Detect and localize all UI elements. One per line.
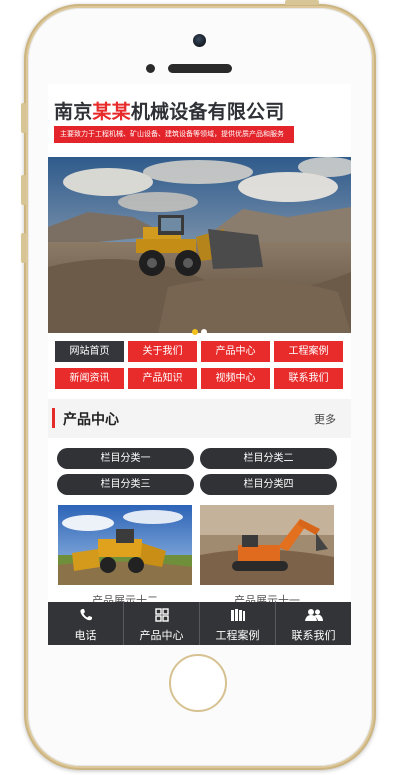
carousel-dots	[192, 320, 210, 339]
site-tagline: 主要致力于工程机械、矿山设备、建筑设备等领域，提供优质产品和服务	[54, 126, 294, 143]
nav-home[interactable]: 网站首页	[55, 341, 124, 362]
product-card[interactable]: 产品展示十二	[58, 505, 192, 608]
phone-top-button	[285, 0, 319, 5]
category-button[interactable]: 栏目分类三	[57, 474, 194, 495]
front-camera	[193, 34, 206, 47]
site-header: 南京某某机械设备有限公司 主要致力于工程机械、矿山设备、建筑设备等领域，提供优质…	[48, 84, 351, 155]
tab-label: 联系我们	[291, 629, 336, 642]
loader-photo	[58, 505, 192, 585]
carousel-dot-active[interactable]	[192, 329, 198, 335]
title-part: 机械设备有限公司	[130, 101, 285, 123]
phone-side-button	[21, 233, 26, 263]
section-header: 产品中心 更多	[48, 399, 351, 438]
section-accent-bar	[52, 408, 55, 428]
nav-knowledge[interactable]: 产品知识	[128, 368, 197, 389]
nav-videos[interactable]: 视频中心	[201, 368, 270, 389]
tab-products[interactable]: 产品中心	[123, 602, 199, 645]
earpiece-speaker	[168, 64, 232, 73]
wheel-loader-photo	[48, 157, 351, 333]
phone-side-button	[21, 175, 26, 205]
product-image[interactable]	[58, 505, 192, 585]
tab-contact[interactable]: 联系我们	[275, 602, 351, 645]
nav-about[interactable]: 关于我们	[128, 341, 197, 362]
tab-phone[interactable]: 电话	[48, 602, 123, 645]
phone-screen: 南京某某机械设备有限公司 主要致力于工程机械、矿山设备、建筑设备等领域，提供优质…	[48, 84, 351, 645]
grid-icon	[124, 608, 199, 626]
nav-products[interactable]: 产品中心	[201, 341, 270, 362]
nav-cases[interactable]: 工程案例	[274, 341, 343, 362]
books-icon	[200, 608, 275, 626]
section-title: 产品中心	[63, 412, 119, 428]
home-button[interactable]	[169, 654, 227, 712]
tab-label: 电话	[74, 629, 97, 642]
excavator-photo	[200, 505, 334, 585]
proximity-sensor	[146, 64, 155, 73]
hero-banner[interactable]	[48, 157, 351, 333]
main-nav: 网站首页 关于我们 产品中心 工程案例 新闻资讯 产品知识 视频中心 联系我们	[55, 341, 344, 389]
category-button[interactable]: 栏目分类四	[200, 474, 337, 495]
category-list: 栏目分类一 栏目分类二 栏目分类三 栏目分类四	[57, 448, 337, 495]
more-link[interactable]: 更多	[314, 411, 336, 427]
bottom-tab-bar: 电话 产品中心 工程案例 联系我们	[48, 602, 351, 645]
phone-icon	[48, 608, 123, 626]
tab-cases[interactable]: 工程案例	[199, 602, 275, 645]
nav-contact[interactable]: 联系我们	[274, 368, 343, 389]
carousel-dot[interactable]	[201, 329, 207, 335]
category-button[interactable]: 栏目分类二	[200, 448, 337, 469]
title-part: 南京	[54, 101, 93, 123]
category-button[interactable]: 栏目分类一	[57, 448, 194, 469]
title-highlight: 某某	[92, 101, 131, 123]
nav-news[interactable]: 新闻资讯	[55, 368, 124, 389]
tab-label: 产品中心	[139, 629, 184, 642]
site-logo-title[interactable]: 南京某某机械设备有限公司	[54, 97, 284, 124]
phone-side-button	[21, 103, 26, 133]
tab-label: 工程案例	[215, 629, 260, 642]
product-card[interactable]: 产品展示十一	[200, 505, 334, 608]
users-icon	[276, 608, 351, 626]
product-image[interactable]	[200, 505, 334, 585]
